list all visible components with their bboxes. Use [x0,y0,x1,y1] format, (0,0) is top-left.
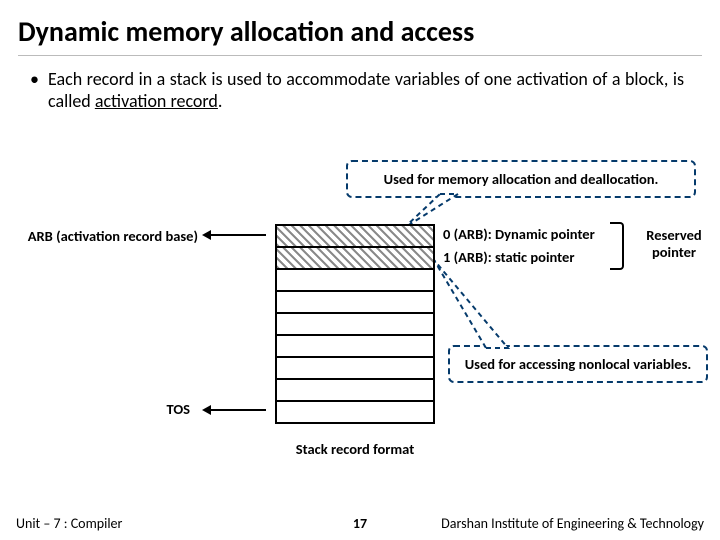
reserved-pointer-label: Reserved pointer [636,227,712,260]
tos-label: TOS [130,400,190,418]
bullet-underlined: activation record [95,90,218,112]
row-1-label: 1 (ARB): static pointer [443,248,574,266]
arb-arrow-head [202,230,211,240]
arb-arrow-line [210,234,266,236]
arb-label: ARB (activation record base) [8,227,198,245]
footer-right: Darshan Institute of Engineering & Techn… [441,515,704,532]
slide-title: Dynamic memory allocation and access [0,0,720,55]
stack-row-8 [277,402,433,424]
callout-tail-bottom [430,258,520,350]
stack-diagram [275,224,435,424]
row-0-label: 0 (ARB): Dynamic pointer [443,225,595,243]
stack-row-6 [277,358,433,380]
footer: Unit – 7 : Compiler 17 Darshan Institute… [0,506,720,540]
bullet-post: . [218,90,223,112]
bracket-icon [610,222,624,270]
stack-row-7 [277,380,433,402]
slide: Dynamic memory allocation and access • E… [0,0,720,540]
stack-row-3 [277,292,433,314]
callout-memory-allocation: Used for memory allocation and deallocat… [346,160,696,198]
stack-row-1 [277,248,433,270]
stack-row-2 [277,270,433,292]
bullet-text: Each record in a stack is used to accomm… [48,68,684,112]
title-underline [18,55,702,56]
stack-row-4 [277,314,433,336]
stack-caption: Stack record format [275,440,435,458]
bullet-item: • Each record in a stack is used to acco… [0,66,720,116]
stack-row-5 [277,336,433,358]
tos-arrow-line [210,409,266,411]
bullet-marker: • [30,68,48,112]
callout-nonlocal-variables: Used for accessing nonlocal variables. [448,345,708,383]
tos-arrow-head [202,405,211,415]
stack-row-0 [277,226,433,248]
